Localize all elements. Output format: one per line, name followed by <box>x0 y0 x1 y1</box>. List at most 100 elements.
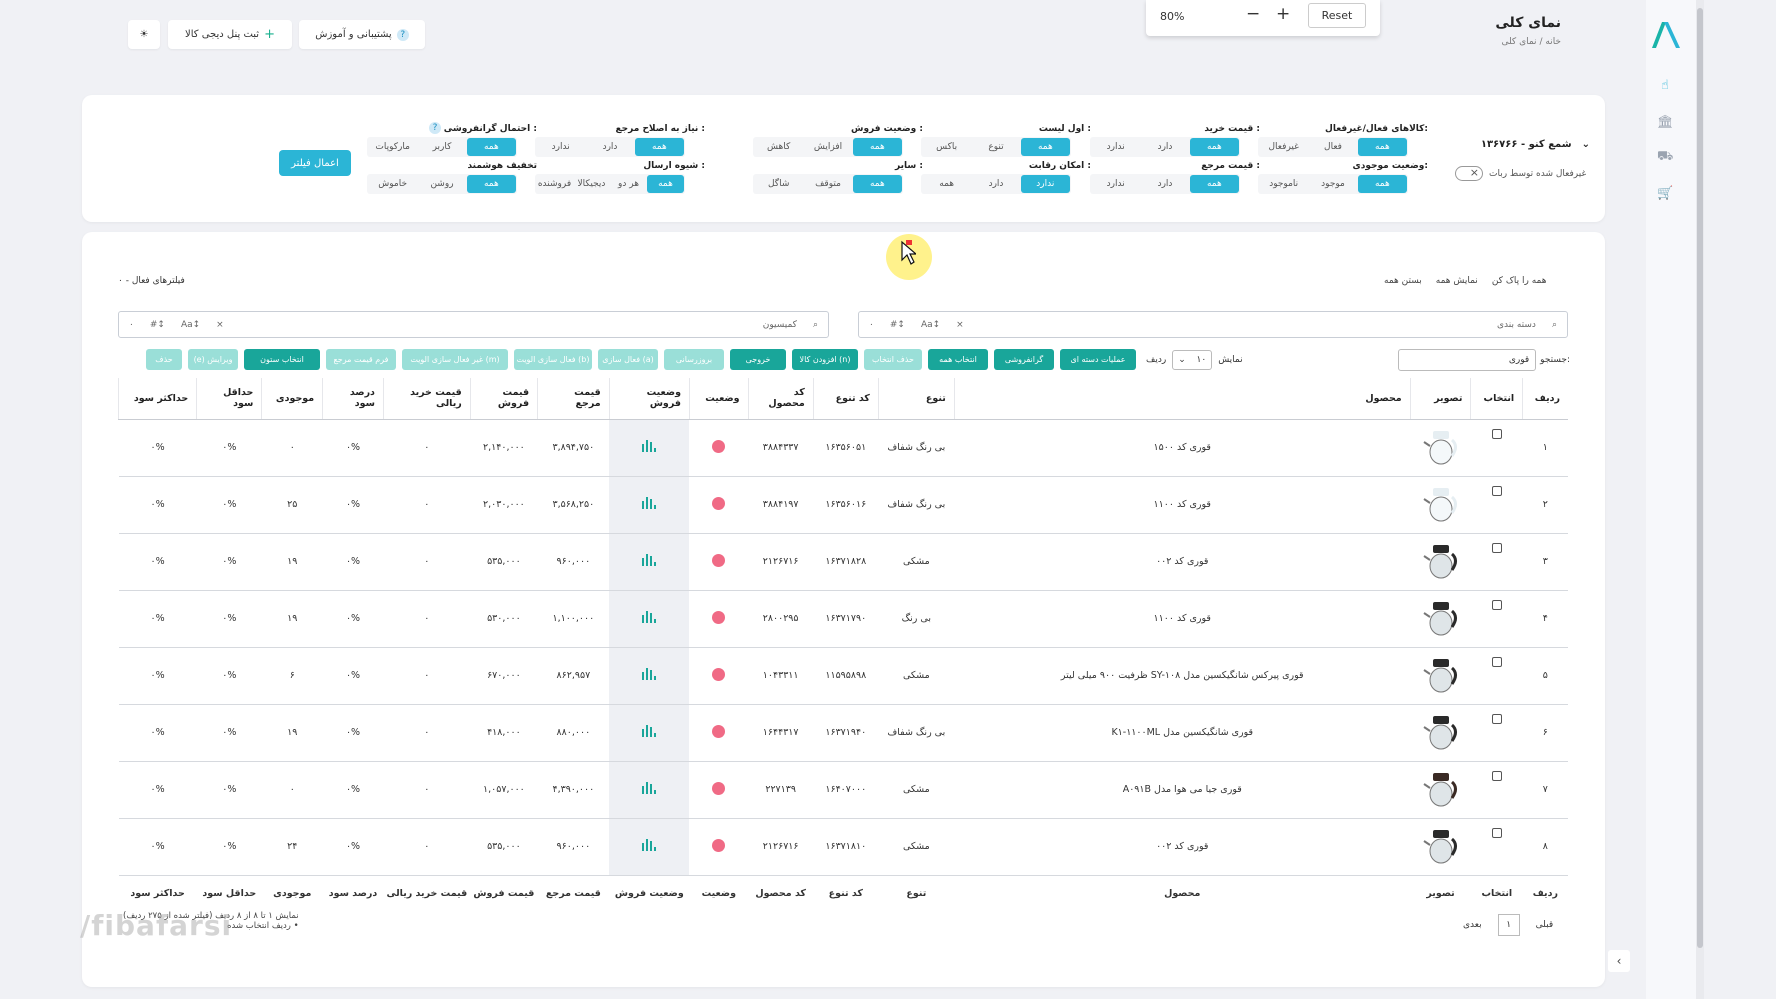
column-header[interactable]: حداقل سود <box>196 378 262 420</box>
filter-option[interactable]: همه <box>1357 138 1407 156</box>
truck-icon[interactable]: ⛟ <box>1657 149 1673 165</box>
toolbar-button[interactable]: فعال سازی الویت (b) <box>514 349 592 370</box>
clear-all-link[interactable]: همه را پاک کن <box>1492 276 1547 286</box>
row-checkbox[interactable] <box>1491 486 1502 496</box>
support-button[interactable]: پشتیبانی و آموزش? <box>299 20 425 49</box>
app-logo[interactable] <box>1648 20 1684 50</box>
text-case-icon[interactable]: Aa↕ <box>921 320 940 330</box>
column-header[interactable]: قیمت مرجع <box>537 378 610 420</box>
zoom-reset-button[interactable]: Reset <box>1308 3 1366 28</box>
column-header[interactable]: کد محصول <box>747 378 814 420</box>
row-checkbox[interactable] <box>1491 543 1502 553</box>
column-header[interactable]: انتخاب <box>1470 378 1523 420</box>
shop-selector[interactable]: شمع کنو - ۱۳۶۷۶۶ ⌄ <box>1450 133 1590 155</box>
toolbar-button[interactable]: (e) ویرایش <box>188 349 238 370</box>
theme-toggle-button[interactable]: ☀ <box>128 20 160 49</box>
zoom-in-button[interactable]: + <box>1276 4 1290 24</box>
filter-option[interactable]: شاگل <box>754 175 803 193</box>
column-header[interactable]: وضعیت فروش <box>608 378 690 420</box>
show-all-link[interactable]: نمایش همه <box>1436 276 1478 286</box>
column-header[interactable]: درصد سود <box>322 378 384 420</box>
status-dot[interactable] <box>712 496 726 510</box>
column-header[interactable]: کد تنوع <box>812 378 879 420</box>
filter-option[interactable]: دارد <box>585 138 634 156</box>
next-page-button[interactable]: بعدی <box>1463 920 1482 930</box>
filter-option[interactable]: دارد <box>971 175 1020 193</box>
rows-select[interactable]: ⌄ ۱۰ <box>1172 350 1213 370</box>
filter-option[interactable]: همه <box>852 138 902 156</box>
bar-chart-icon[interactable] <box>642 497 657 509</box>
table-row[interactable]: ۵ قوری پیرکس شانگیکسین مدل SY-۱۰۸ ظرفیت ۹… <box>118 647 1568 705</box>
row-checkbox[interactable] <box>1491 429 1502 439</box>
filter-option[interactable]: کاربر <box>417 138 466 156</box>
toolbar-button[interactable]: افزودن کالا (n) <box>792 349 858 370</box>
column-header[interactable]: تصویر <box>1409 378 1471 420</box>
filter-option[interactable]: غیرفعال <box>1259 138 1308 156</box>
table-row[interactable]: ۱ قوری کد ۱۵۰۰ بی رنگ شفاف ۱۶۳۵۶۰۵۱ ۳۸۸۴۳۳۷ ۳… <box>118 419 1568 477</box>
column-header[interactable]: ردیف <box>1522 378 1568 420</box>
toolbar-button[interactable]: خروجی <box>730 349 786 370</box>
bar-chart-icon[interactable] <box>642 554 657 566</box>
status-dot[interactable] <box>712 439 726 453</box>
toolbar-button[interactable]: حذف <box>146 349 182 370</box>
filter-option[interactable]: ندارد <box>1020 175 1070 193</box>
filter-option[interactable]: فعال <box>1308 138 1357 156</box>
filter-option[interactable]: همه <box>1020 138 1070 156</box>
column-header[interactable]: قیمت فروش <box>469 378 538 420</box>
bank-icon[interactable]: 🏛 <box>1657 115 1674 131</box>
category-search[interactable]: ⌕ دسته بندی × Aa↕ #↕ ۰ <box>858 311 1568 338</box>
column-header[interactable]: وضعیت <box>688 378 749 420</box>
filter-option[interactable]: روشن <box>417 175 466 193</box>
toolbar-button[interactable]: فعال سازی (a) <box>598 349 658 370</box>
vertical-scrollbar[interactable] <box>1696 0 1704 999</box>
clear-icon[interactable]: × <box>956 320 964 330</box>
filter-option[interactable]: همه <box>1189 175 1239 193</box>
filter-option[interactable]: ناموجود <box>1259 175 1308 193</box>
row-checkbox[interactable] <box>1491 600 1502 610</box>
row-checkbox[interactable] <box>1491 828 1502 838</box>
product-image[interactable] <box>1423 483 1459 523</box>
product-image[interactable] <box>1423 711 1459 751</box>
filter-option[interactable]: باکس <box>922 138 971 156</box>
search-input[interactable]: قوری <box>1398 349 1537 371</box>
status-dot[interactable] <box>712 838 726 852</box>
table-row[interactable]: ۶ قوری شانگیکسین مدل K۱-۱۱۰۰ML بی رنگ شفاف… <box>118 704 1568 762</box>
hand-pointer-icon[interactable]: ☝ <box>1657 78 1673 94</box>
toolbar-button[interactable]: بروزرسانی <box>664 349 724 370</box>
filter-option[interactable]: دارد <box>1140 138 1189 156</box>
filter-option[interactable]: همه <box>922 175 971 193</box>
filter-option[interactable]: خاموش <box>368 175 417 193</box>
column-header[interactable]: قیمت خرید ریالی <box>382 378 471 420</box>
filter-option[interactable]: فروشنده <box>536 175 573 193</box>
filter-option[interactable]: دارد <box>1140 175 1189 193</box>
clear-icon[interactable]: × <box>216 320 224 330</box>
toolbar-button[interactable]: انتخاب ستون <box>244 349 320 370</box>
filter-option[interactable]: ندارد <box>1091 175 1140 193</box>
product-image[interactable] <box>1423 825 1459 865</box>
cart-icon[interactable]: 🛒 <box>1657 186 1673 202</box>
hash-icon[interactable]: #↕ <box>150 320 165 330</box>
filter-option[interactable]: موجود <box>1308 175 1357 193</box>
column-header[interactable]: محصول <box>953 378 1411 420</box>
apply-filter-button[interactable]: اعمال فیلتر <box>279 150 351 176</box>
toolbar-button[interactable]: حذف انتخاب <box>864 349 922 370</box>
bar-chart-icon[interactable] <box>642 440 657 452</box>
filter-option[interactable]: همه <box>634 138 684 156</box>
filter-option[interactable]: هر دو <box>610 175 647 193</box>
status-dot[interactable] <box>712 781 726 795</box>
status-dot[interactable] <box>712 610 726 624</box>
status-dot[interactable] <box>712 724 726 738</box>
filter-option[interactable]: کاهش <box>754 138 803 156</box>
product-image[interactable] <box>1423 654 1459 694</box>
filter-option[interactable]: ندارد <box>1091 138 1140 156</box>
filter-option[interactable]: همه <box>466 175 516 193</box>
close-all-link[interactable]: بستن همه <box>1384 276 1422 286</box>
toolbar-button[interactable]: عملیات دسته ای <box>1060 349 1136 370</box>
table-row[interactable]: ۲ قوری کد ۱۱۰۰ بی رنگ شفاف ۱۶۳۵۶۰۱۶ ۳۸۸۴۱۹۷ ۳… <box>118 476 1568 534</box>
table-row[interactable]: ۳ قوری کد ۰۰۲ مشکی ۱۶۳۷۱۸۲۸ ۲۱۲۶۷۱۶ ۹۶۰,۰۰۰ ۵۳… <box>118 533 1568 591</box>
bar-chart-icon[interactable] <box>642 611 657 623</box>
filter-option[interactable]: افزایش <box>803 138 852 156</box>
status-dot[interactable] <box>712 553 726 567</box>
product-image[interactable] <box>1423 426 1459 466</box>
zoom-out-button[interactable]: − <box>1246 4 1260 24</box>
